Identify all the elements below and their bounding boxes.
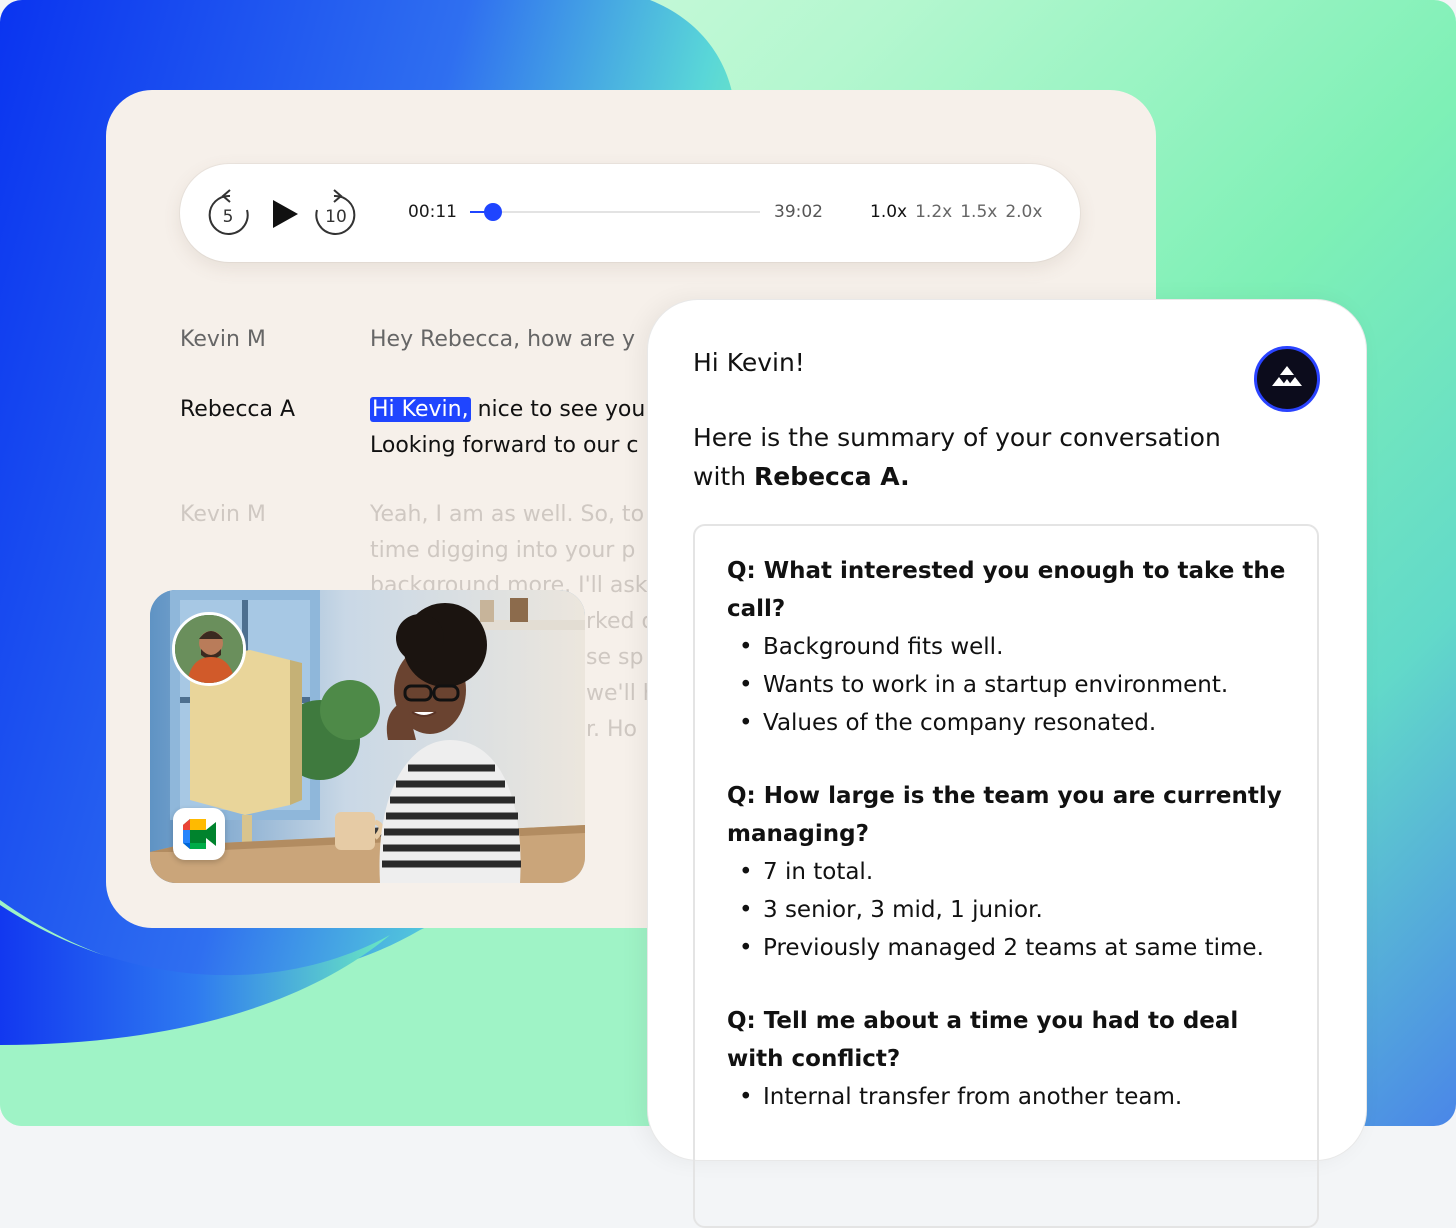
audio-player: 5 10 00:11 39:02 1.0x 1.2x 1.5x 2.0x xyxy=(180,164,1080,262)
summary-intro: Here is the summary of your conversation… xyxy=(693,418,1253,496)
highlighted-word: Hi Kevin, xyxy=(370,397,471,422)
forward-icon[interactable]: 10 xyxy=(314,188,360,238)
brand-logo-icon xyxy=(1254,346,1320,412)
answer-list: Background fits well. Wants to work in a… xyxy=(727,628,1287,742)
greeting: Hi Kevin! xyxy=(693,348,805,377)
question: Q: What interested you enough to take th… xyxy=(727,558,1286,622)
summary-card: Hi Kevin! Here is the summary of your co… xyxy=(648,300,1366,1228)
current-time: 00:11 xyxy=(408,202,457,222)
rewind-icon[interactable]: 5 xyxy=(206,188,250,238)
speed-option[interactable]: 1.0x xyxy=(870,202,907,222)
logo-mark-icon xyxy=(1272,366,1302,386)
speed-options: 1.0x 1.2x 1.5x 2.0x xyxy=(870,202,1050,222)
forward-seconds: 10 xyxy=(325,207,347,227)
google-meet-icon xyxy=(173,808,225,860)
speaker-name: Rebecca A xyxy=(180,397,296,422)
seek-knob[interactable] xyxy=(484,203,503,221)
answer-item: Background fits well. xyxy=(727,628,1287,666)
seek-bar[interactable] xyxy=(470,203,760,221)
answer-item: Wants to work in a startup environment. xyxy=(727,666,1287,704)
answer-item: Previously managed 2 teams at same time. xyxy=(727,929,1287,967)
answer-item: Internal transfer from another team. xyxy=(727,1078,1287,1116)
qa-item: Q: How large is the team you are current… xyxy=(727,777,1287,967)
transcript-text-rest: nice to see you xyxy=(470,397,646,422)
answer-item: 7 in total. xyxy=(727,853,1287,891)
answer-list: Internal transfer from another team. xyxy=(727,1078,1287,1116)
qa-item: Q: What interested you enough to take th… xyxy=(727,552,1287,742)
question: Q: Tell me about a time you had to deal … xyxy=(727,1008,1239,1072)
answer-list: 7 in total. 3 senior, 3 mid, 1 junior. P… xyxy=(727,853,1287,967)
candidate-name: Rebecca A. xyxy=(754,462,910,491)
rewind-seconds: 5 xyxy=(223,207,234,227)
qa-summary-box: Q: What interested you enough to take th… xyxy=(693,524,1319,1228)
qa-item: Q: Tell me about a time you had to deal … xyxy=(727,1002,1287,1116)
participant-avatar xyxy=(172,612,246,686)
meet-logo-icon xyxy=(183,819,216,849)
speed-option[interactable]: 1.2x xyxy=(915,202,952,222)
answer-item: 3 senior, 3 mid, 1 junior. xyxy=(727,891,1287,929)
avatar-image xyxy=(175,615,243,683)
play-icon[interactable] xyxy=(270,198,300,230)
total-time: 39:02 xyxy=(774,202,823,222)
speed-option[interactable]: 2.0x xyxy=(1005,202,1042,222)
speed-option[interactable]: 1.5x xyxy=(960,202,997,222)
speaker-name: Kevin M xyxy=(180,502,266,527)
speaker-name: Kevin M xyxy=(180,327,266,352)
question: Q: How large is the team you are current… xyxy=(727,783,1282,847)
answer-item: Values of the company resonated. xyxy=(727,704,1287,742)
